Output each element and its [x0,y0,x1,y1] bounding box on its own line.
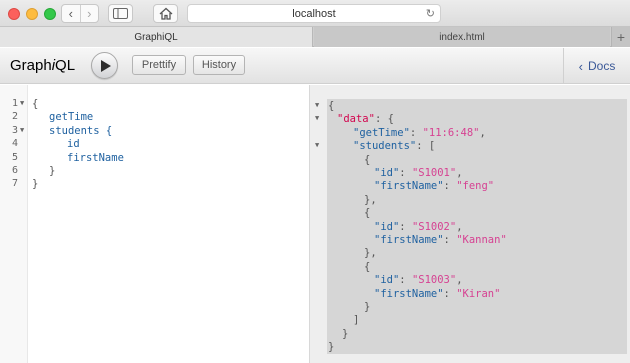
prettify-button[interactable]: Prettify [132,55,186,75]
result-line: "getTime": "11:6:48", [353,126,486,139]
forward-button[interactable]: › [79,5,99,22]
result-line: } [364,301,371,313]
result-line: } [342,327,349,340]
result-line: "id": "S1003", [374,274,463,287]
result-line: "firstName": "feng" [374,180,495,193]
tab-index-html[interactable]: index.html [314,27,610,47]
result-line: "firstName": "Kiran" [374,287,501,300]
result-line: { [364,207,371,220]
url-text: localhost [292,7,336,20]
result-line: }, [364,247,377,260]
fold-arrow-icon[interactable]: ▼ [315,114,319,122]
logo-part: Graph [10,57,52,74]
new-tab-button[interactable]: + [611,27,630,47]
code-line: id [67,138,80,151]
code-line: students { [49,124,113,137]
zoom-window-button[interactable] [44,8,56,20]
logo-part: QL [55,57,76,74]
history-label: History [201,59,237,71]
fold-arrow-icon[interactable]: ▼ [20,99,24,107]
chevron-left-icon: ‹ [578,58,583,74]
result-line: { [364,260,371,273]
result-line: }, [364,193,377,206]
sidebar-icon [113,8,128,19]
plus-icon: + [616,29,626,45]
history-button[interactable]: History [193,55,245,75]
home-button[interactable] [153,4,178,23]
result-line: ] [353,314,360,327]
tab-label: GraphiQL [134,31,178,43]
prettify-label: Prettify [141,59,177,71]
code-line: } [49,165,56,177]
close-window-button[interactable] [8,8,20,20]
result-line: { [328,100,335,112]
result-line: } [328,341,335,354]
line-number: 7 [11,178,18,190]
line-number: 4 [11,138,18,150]
result-line: { [364,153,371,166]
line-number: 1 [11,98,18,109]
graphiql-logo: GraphiQL [10,57,75,74]
line-number: 5 [11,151,18,163]
tab-label: index.html [439,31,485,43]
query-editor[interactable]: 1 ▼ 2 3 ▼ 4 5 6 7 { getTime students { i… [0,85,308,363]
graphiql-toolbar: GraphiQL Prettify History ‹ Docs [0,48,630,84]
code-line: firstName [67,151,124,164]
code-line: } [32,178,39,191]
tab-graphiql[interactable]: GraphiQL [0,27,313,47]
address-bar[interactable]: localhost ↻ [187,4,441,23]
chevron-right-icon: › [87,6,92,21]
result-line: "data": { [337,113,394,126]
home-icon [159,7,172,20]
fold-arrow-icon[interactable]: ▼ [315,101,319,109]
code-line: { [32,98,39,110]
result-viewer[interactable]: ▼ ▼ ▼ { "data": { "getTime": "11:6:48", … [309,85,630,363]
back-button[interactable]: ‹ [62,5,80,22]
browser-titlebar: ‹ › localhost ↻ [0,0,630,27]
execute-query-button[interactable] [91,52,118,79]
browser-tabbar: GraphiQL index.html + [0,27,630,47]
result-line: "id": "S1002", [374,220,463,233]
result-line: "firstName": "Kannan" [374,234,507,246]
docs-button[interactable]: ‹ Docs [563,48,630,84]
fold-arrow-icon[interactable]: ▼ [315,141,319,149]
reload-icon[interactable]: ↻ [426,7,435,20]
line-number: 6 [11,165,18,176]
line-number: 3 [11,124,18,136]
minimize-window-button[interactable] [26,8,38,20]
nav-buttons: ‹ › [61,4,99,23]
sidebar-toggle-button[interactable] [108,4,133,23]
docs-label: Docs [588,59,616,73]
fold-arrow-icon[interactable]: ▼ [20,126,24,134]
code-line: getTime [49,111,94,124]
line-number: 2 [11,111,18,123]
result-line: "students": [ [353,140,436,153]
result-line: "id": "S1001", [374,167,463,179]
chevron-left-icon: ‹ [68,6,73,21]
play-icon [101,60,111,72]
